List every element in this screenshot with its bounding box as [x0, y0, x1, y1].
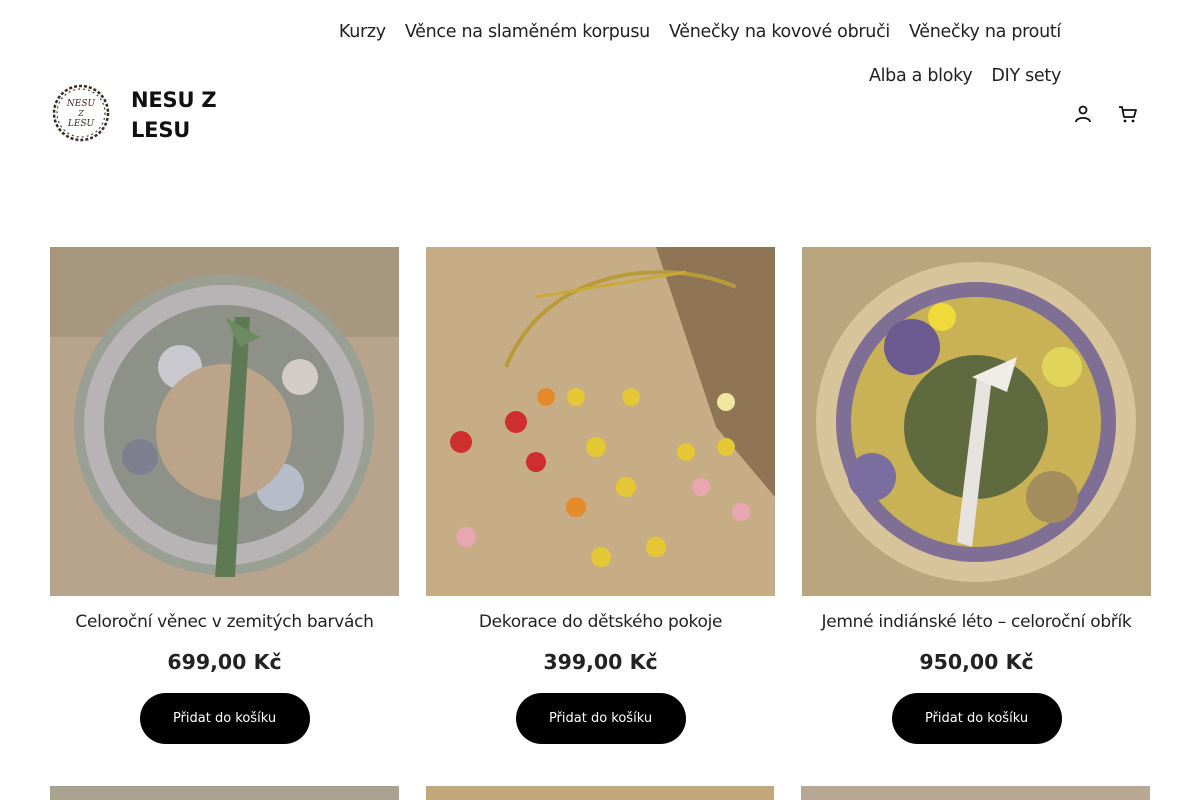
- product-image[interactable]: [426, 247, 775, 596]
- product-image[interactable]: [50, 786, 399, 800]
- cart-icon[interactable]: [1116, 102, 1140, 126]
- product-card: Jemné indiánské léto – celoroční obřík 9…: [802, 247, 1151, 744]
- nav-item-venecky-prouti[interactable]: Věnečky na proutí: [909, 18, 1061, 46]
- nav-item-kurzy[interactable]: Kurzy: [339, 18, 386, 46]
- nav-item-alba-bloky[interactable]: Alba a bloky: [869, 62, 973, 90]
- logo-text-1: NESU: [66, 99, 96, 109]
- nav-item-venecky-kovova-obruc[interactable]: Věnečky na kovové obruči: [669, 18, 890, 46]
- nav-item-vence-slameny-korpus[interactable]: Věnce na slaměném korpusu: [405, 18, 650, 46]
- product-grid: Celoroční věnec v zemitých barvách 699,0…: [50, 247, 1151, 744]
- add-to-cart-button[interactable]: Přidat do košíku: [891, 693, 1062, 744]
- product-title[interactable]: Jemné indiánské léto – celoroční obřík: [822, 610, 1132, 634]
- product-image[interactable]: [801, 786, 1151, 800]
- product-image[interactable]: [50, 247, 399, 596]
- account-icon[interactable]: [1071, 102, 1095, 126]
- add-to-cart-button[interactable]: Přidat do košíku: [515, 693, 686, 744]
- nav-item-diy-sety[interactable]: DIY sety: [991, 62, 1061, 90]
- site-title[interactable]: NESU Z LESU: [131, 85, 221, 145]
- product-row-next: [50, 786, 1151, 800]
- main-nav: Kurzy Věnce na slaměném korpusu Věnečky …: [221, 18, 1061, 90]
- site-logo[interactable]: NESU Z LESU: [50, 82, 112, 144]
- product-image[interactable]: [802, 247, 1151, 596]
- product-title[interactable]: Celoroční věnec v zemitých barvách: [75, 610, 374, 634]
- product-image[interactable]: [425, 786, 775, 800]
- product-price: 699,00 Kč: [167, 650, 282, 674]
- add-to-cart-button[interactable]: Přidat do košíku: [139, 693, 310, 744]
- logo-text-2: Z: [77, 109, 84, 118]
- product-title[interactable]: Dekorace do dětského pokoje: [479, 610, 723, 634]
- product-price: 399,00 Kč: [543, 650, 658, 674]
- product-price: 950,00 Kč: [919, 650, 1034, 674]
- product-card: Celoroční věnec v zemitých barvách 699,0…: [50, 247, 399, 744]
- logo-text-3: LESU: [67, 119, 95, 129]
- product-card: Dekorace do dětského pokoje 399,00 Kč Př…: [426, 247, 775, 744]
